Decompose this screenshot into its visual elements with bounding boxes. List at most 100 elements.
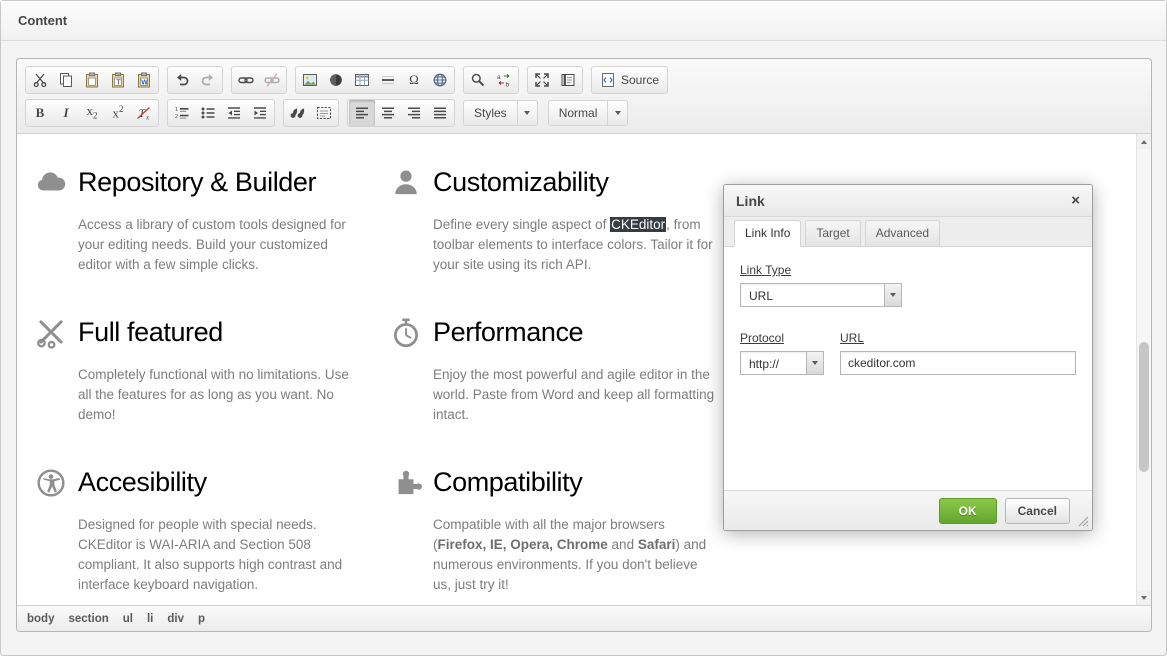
- format-combo[interactable]: Normal: [548, 100, 629, 126]
- subscript-button[interactable]: x2: [79, 100, 105, 126]
- stopwatch-icon: [389, 316, 423, 350]
- scrollbar-thumb[interactable]: [1139, 342, 1149, 472]
- blockquote-icon: [290, 105, 306, 121]
- feature-title: Compatibility: [433, 464, 719, 500]
- selected-text[interactable]: CKEditor: [610, 217, 666, 232]
- undo-icon: [174, 72, 190, 88]
- bold-button[interactable]: B: [27, 100, 53, 126]
- path-item-ul[interactable]: ul: [123, 613, 133, 625]
- outdent-button[interactable]: [221, 100, 247, 126]
- align-group: [347, 99, 455, 127]
- link-type-select-open[interactable]: [884, 284, 901, 306]
- feature-text: Access a library of custom tools designe…: [78, 215, 364, 275]
- path-item-li[interactable]: li: [147, 613, 153, 625]
- format-combo-label: Normal: [549, 106, 608, 120]
- show-blocks-button[interactable]: [555, 67, 581, 93]
- link-type-value: URL: [741, 284, 884, 306]
- bold-icon: B: [36, 106, 45, 119]
- bulleted-list-icon: [200, 105, 216, 121]
- chevron-down-icon: [890, 293, 896, 297]
- replace-icon: [496, 72, 512, 88]
- find-button[interactable]: [465, 67, 491, 93]
- search-icon: [470, 72, 486, 88]
- align-justify-button[interactable]: [427, 100, 453, 126]
- chevron-down-icon: [615, 111, 621, 115]
- special-char-button[interactable]: Ω: [401, 67, 427, 93]
- indent-button[interactable]: [247, 100, 273, 126]
- paste-button[interactable]: [79, 67, 105, 93]
- dialog-resize-grip[interactable]: [1077, 515, 1089, 527]
- align-right-icon: [406, 105, 422, 121]
- protocol-field: Protocol http://: [740, 331, 824, 375]
- path-item-div[interactable]: div: [167, 613, 184, 625]
- align-left-button[interactable]: [349, 100, 375, 126]
- triangle-down-icon: [1141, 596, 1147, 600]
- flash-icon: [328, 72, 344, 88]
- tab-target[interactable]: Target: [805, 220, 860, 247]
- table-button[interactable]: [349, 67, 375, 93]
- blockquote-button[interactable]: [285, 100, 311, 126]
- flash-button[interactable]: [323, 67, 349, 93]
- path-item-section[interactable]: section: [68, 613, 108, 625]
- tab-advanced[interactable]: Advanced: [865, 220, 940, 247]
- editor-scrollbar[interactable]: [1136, 134, 1151, 605]
- dialog-titlebar[interactable]: Link ×: [724, 185, 1092, 217]
- content-page: { "colors": { "ok_green": "#63a62d", "se…: [0, 0, 1167, 656]
- iframe-button[interactable]: [427, 67, 453, 93]
- scroll-down-button[interactable]: [1137, 590, 1151, 605]
- source-button[interactable]: Source: [593, 67, 666, 93]
- path-item-p[interactable]: p: [198, 613, 205, 625]
- url-field: URL: [840, 331, 1076, 375]
- source-group: Source: [591, 66, 668, 94]
- styles-combo[interactable]: Styles: [463, 100, 538, 126]
- path-item-body[interactable]: body: [27, 613, 54, 625]
- undo-button[interactable]: [169, 67, 195, 93]
- ok-button[interactable]: OK: [939, 498, 997, 524]
- copy-button[interactable]: [53, 67, 79, 93]
- paste-word-icon: [136, 72, 152, 88]
- close-icon[interactable]: ×: [1071, 193, 1080, 208]
- paste-word-button[interactable]: [131, 67, 157, 93]
- image-button[interactable]: [297, 67, 323, 93]
- numbered-list-button[interactable]: [169, 100, 195, 126]
- remove-format-button[interactable]: [131, 100, 157, 126]
- cloud-icon: [34, 166, 68, 200]
- cancel-button[interactable]: Cancel: [1005, 498, 1070, 524]
- align-right-button[interactable]: [401, 100, 427, 126]
- align-center-icon: [380, 105, 396, 121]
- link-icon: [238, 72, 254, 88]
- paste-text-button[interactable]: [105, 67, 131, 93]
- puzzle-icon: [389, 466, 423, 500]
- horizontal-rule-button[interactable]: [375, 67, 401, 93]
- maximize-button[interactable]: [529, 67, 555, 93]
- tab-link-info[interactable]: Link Info: [734, 220, 801, 247]
- maximize-icon: [534, 72, 550, 88]
- accessibility-icon: [34, 466, 68, 500]
- panel-header: Content: [1, 1, 1166, 41]
- create-div-button[interactable]: [311, 100, 337, 126]
- chevron-down-icon: [524, 111, 530, 115]
- link-type-select[interactable]: URL: [740, 283, 902, 307]
- redo-icon: [200, 72, 216, 88]
- feature-full-featured: Full featured Completely functional with…: [34, 314, 364, 425]
- url-input[interactable]: [840, 351, 1076, 375]
- superscript-button[interactable]: x2: [105, 100, 131, 126]
- bulleted-list-button[interactable]: [195, 100, 221, 126]
- feature-performance: Performance Enjoy the most powerful and …: [389, 314, 719, 425]
- protocol-select-open[interactable]: [806, 352, 823, 374]
- protocol-select[interactable]: http://: [740, 351, 824, 375]
- format-combo-open[interactable]: [607, 101, 627, 125]
- feature-title: Accesibility: [78, 464, 364, 500]
- link-button[interactable]: [233, 67, 259, 93]
- unlink-button[interactable]: [259, 67, 285, 93]
- scroll-up-button[interactable]: [1137, 134, 1151, 149]
- styles-combo-open[interactable]: [517, 101, 537, 125]
- align-center-button[interactable]: [375, 100, 401, 126]
- redo-button[interactable]: [195, 67, 221, 93]
- cut-button[interactable]: [27, 67, 53, 93]
- url-label: URL: [840, 331, 1076, 345]
- protocol-label: Protocol: [740, 331, 824, 345]
- elements-path: body section ul li div p: [17, 605, 1151, 631]
- italic-button[interactable]: I: [53, 100, 79, 126]
- replace-button[interactable]: [491, 67, 517, 93]
